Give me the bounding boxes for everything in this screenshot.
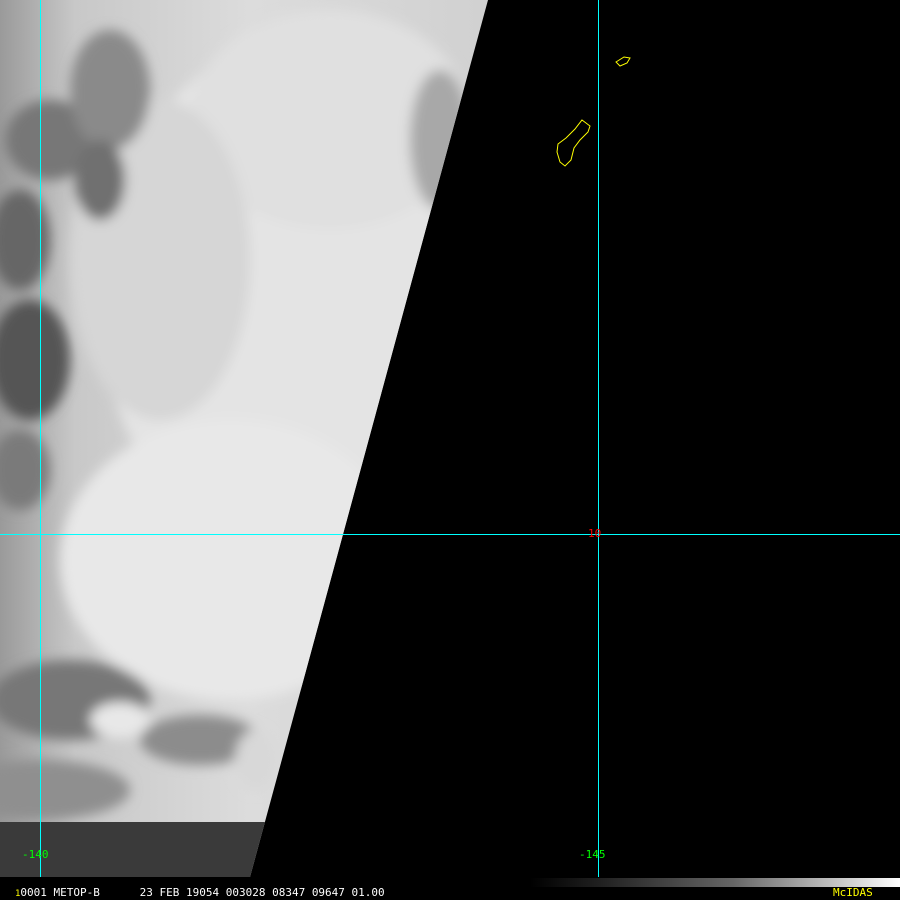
longitude-label-east: -145 bbox=[579, 848, 606, 861]
latitude-label: 10 bbox=[588, 527, 602, 540]
satellite-image-display: -140 -145 10 10001 METOP-B 23 FEB 19054 … bbox=[0, 0, 900, 900]
mcidas-brand-label: McIDAS bbox=[833, 886, 873, 899]
image-info-text: 0001 METOP-B 23 FEB 19054 003028 08347 0… bbox=[20, 886, 385, 899]
satellite-imagery bbox=[0, 0, 900, 900]
image-info-line: 10001 METOP-B 23 FEB 19054 003028 08347 … bbox=[15, 887, 385, 900]
longitude-label-west: -140 bbox=[22, 848, 49, 861]
